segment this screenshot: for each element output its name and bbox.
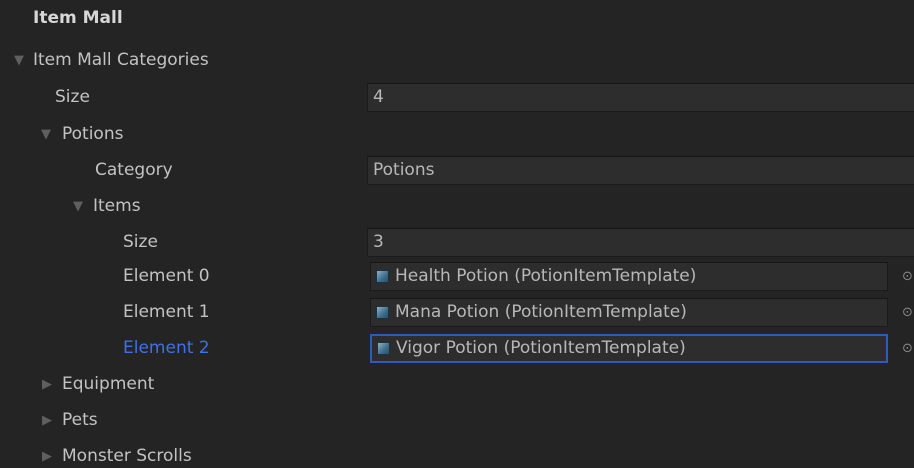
category-input[interactable]: Potions	[367, 156, 914, 185]
foldout-label: Potions	[62, 124, 124, 144]
triangle-down-icon[interactable]: ▼	[14, 42, 24, 79]
scriptable-object-icon	[376, 306, 389, 319]
foldout-label: Equipment	[62, 374, 155, 394]
foldout-equipment[interactable]: ▶ Equipment	[0, 366, 914, 403]
object-field-value: Mana Potion (PotionItemTemplate)	[395, 302, 687, 322]
size-input[interactable]: 4	[367, 83, 914, 112]
foldout-label: Pets	[62, 410, 98, 430]
property-items-size: Size 3	[0, 224, 914, 261]
foldout-potions[interactable]: ▼ Potions	[0, 116, 914, 153]
items-size-input[interactable]: 3	[367, 228, 914, 257]
component-header: Item Mall	[0, 0, 914, 37]
element-label: Element 0	[123, 266, 210, 286]
property-element-2: Element 2 Vigor Potion (PotionItemTempla…	[0, 330, 914, 367]
foldout-item-mall-categories[interactable]: ▼ Item Mall Categories	[0, 42, 914, 79]
category-label: Category	[95, 160, 173, 180]
object-picker-icon[interactable]: ⊙	[902, 258, 913, 295]
foldout-label: Monster Scrolls	[62, 446, 192, 466]
foldout-pets[interactable]: ▶ Pets	[0, 402, 914, 439]
foldout-monster-scrolls[interactable]: ▶ Monster Scrolls	[0, 438, 914, 468]
object-picker-icon[interactable]: ⊙	[902, 294, 913, 331]
triangle-down-icon[interactable]: ▼	[41, 116, 51, 153]
size-label: Size	[55, 87, 90, 107]
element-label-selected: Element 2	[123, 338, 210, 358]
object-field[interactable]: Mana Potion (PotionItemTemplate)	[370, 298, 888, 327]
triangle-right-icon[interactable]: ▶	[42, 366, 52, 403]
scriptable-object-icon	[377, 342, 390, 355]
inspector-panel: Item Mall ▼ Item Mall Categories Size 4 …	[0, 0, 914, 468]
property-element-1: Element 1 Mana Potion (PotionItemTemplat…	[0, 294, 914, 331]
object-field[interactable]: Health Potion (PotionItemTemplate)	[370, 262, 888, 291]
foldout-items[interactable]: ▼ Items	[0, 188, 914, 225]
object-field-value: Vigor Potion (PotionItemTemplate)	[396, 338, 686, 358]
component-title: Item Mall	[33, 8, 123, 28]
object-picker-icon[interactable]: ⊙	[902, 330, 913, 367]
property-size: Size 4	[0, 79, 914, 116]
triangle-right-icon[interactable]: ▶	[42, 402, 52, 439]
property-element-0: Element 0 Health Potion (PotionItemTempl…	[0, 258, 914, 295]
triangle-down-icon[interactable]: ▼	[73, 188, 83, 225]
triangle-right-icon[interactable]: ▶	[42, 438, 52, 468]
foldout-label: Item Mall Categories	[33, 50, 209, 70]
property-category: Category Potions	[0, 152, 914, 189]
scriptable-object-icon	[376, 270, 389, 283]
object-field-focused[interactable]: Vigor Potion (PotionItemTemplate)	[370, 334, 888, 363]
items-size-label: Size	[123, 232, 158, 252]
element-label: Element 1	[123, 302, 210, 322]
foldout-label: Items	[93, 196, 141, 216]
object-field-value: Health Potion (PotionItemTemplate)	[395, 266, 697, 286]
